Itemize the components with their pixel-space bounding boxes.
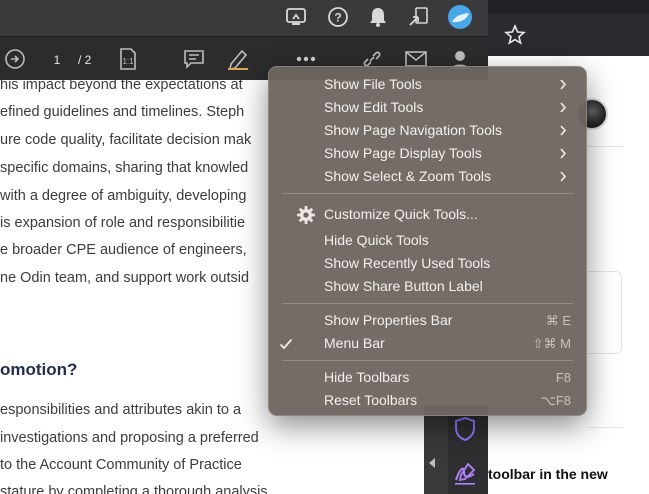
chevron-right-icon (560, 102, 567, 113)
account-cloud-icon[interactable] (446, 4, 474, 30)
menu-item-label: Show Recently Used Tools (324, 255, 491, 271)
export-pdf-icon[interactable] (404, 4, 432, 30)
help-icon[interactable]: ? (324, 4, 352, 30)
menu-item-label: Menu Bar (324, 335, 385, 351)
doc-text-line: stature by completing a thorough analysi… (0, 484, 268, 494)
menu-item-show-properties-bar[interactable]: Show Properties Bar ⌘ E (269, 309, 586, 332)
menu-item-label: Show Share Button Label (324, 278, 483, 294)
chevron-right-icon (560, 148, 567, 159)
svg-text:?: ? (334, 11, 341, 25)
next-page-icon[interactable] (1, 46, 29, 72)
menu-item-show-recently-used-tools[interactable]: Show Recently Used Tools (269, 252, 586, 275)
collapse-panel-icon[interactable] (427, 456, 437, 470)
menu-item-menu-bar[interactable]: Menu Bar ⇧⌘ M (269, 332, 586, 355)
doc-section-heading: omotion? (0, 360, 78, 379)
doc-text-line: his impact beyond the expectations at (0, 80, 243, 93)
menu-separator (283, 303, 573, 304)
doc-text-line: with a degree of ambiguity, developing (0, 188, 247, 204)
divider (588, 146, 624, 147)
doc-text-line: esponsibilities and attributes akin to a (0, 402, 242, 418)
menu-item-show-page-display-tools[interactable]: Show Page Display Tools (269, 142, 586, 165)
menu-item-label: Show Edit Tools (324, 99, 424, 115)
menu-item-label: Reset Toolbars (324, 392, 418, 408)
share-screen-icon[interactable] (282, 4, 310, 30)
checkmark-icon (279, 338, 293, 350)
doc-text-line: to the Account Community of Practice (0, 457, 242, 473)
doc-text-line: specific domains, sharing that knowled (0, 160, 249, 176)
keyboard-shortcut: ⌥F8 (540, 393, 571, 408)
bell-icon[interactable] (364, 4, 392, 30)
menu-item-customize-quick-tools[interactable]: Customize Quick Tools... (269, 203, 586, 226)
chevron-right-icon (560, 79, 567, 90)
menu-item-show-edit-tools[interactable]: Show Edit Tools (269, 96, 586, 119)
comment-icon[interactable] (180, 46, 208, 72)
app-toolbar-top: ? (0, 0, 488, 36)
gear-icon (297, 206, 315, 224)
menu-item-label: Show File Tools (324, 76, 422, 92)
menu-item-show-page-navigation-tools[interactable]: Show Page Navigation Tools (269, 119, 586, 142)
chevron-right-icon (560, 125, 567, 136)
divider (588, 427, 624, 428)
menu-item-label: Show Select & Zoom Tools (324, 168, 492, 184)
doc-text-line: is expansion of role and responsibilitie (0, 215, 246, 231)
menu-item-hide-toolbars[interactable]: Hide Toolbars F8 (269, 366, 586, 389)
doc-text-line: ne Odin team, and support work outsid (0, 270, 250, 286)
menu-item-label: Customize Quick Tools... (324, 206, 478, 222)
keyboard-shortcut: ⌘ E (545, 313, 571, 328)
menu-item-label: Hide Toolbars (324, 369, 410, 385)
doc-text-line: investigations and proposing a preferred (0, 430, 259, 446)
menu-item-label: Hide Quick Tools (324, 232, 429, 248)
page-total-label: / 2 (78, 53, 92, 67)
menu-item-show-select-zoom-tools[interactable]: Show Select & Zoom Tools (269, 165, 586, 188)
menu-item-label: Show Properties Bar (324, 312, 453, 328)
doc-text-line: ure code quality, facilitate decision ma… (0, 132, 252, 148)
protect-shield-icon[interactable] (454, 416, 476, 442)
menu-item-label: Show Page Navigation Tools (324, 122, 502, 138)
doc-text-line: efined guidelines and timelines. Steph (0, 104, 245, 120)
keyboard-shortcut: ⇧⌘ M (532, 336, 571, 351)
browser-titlebar (488, 0, 649, 14)
menu-item-reset-toolbars[interactable]: Reset Toolbars ⌥F8 (269, 389, 586, 412)
content-card (588, 271, 622, 354)
menu-separator (283, 360, 573, 361)
toolbar-context-menu: Show File Tools Show Edit Tools Show Pag… (268, 66, 587, 416)
doc-text-line: e broader CPE audience of engineers, (0, 242, 247, 258)
chevron-right-icon (560, 171, 567, 182)
fit-page-icon[interactable]: 1:1 (114, 46, 142, 72)
keyboard-shortcut: F8 (555, 370, 571, 385)
menu-item-label: Show Page Display Tools (324, 145, 482, 161)
article-title-partial[interactable]: toolbar in the new (488, 466, 608, 482)
menu-item-show-file-tools[interactable]: Show File Tools (269, 73, 586, 96)
svg-text:1:1: 1:1 (122, 57, 134, 66)
bookmark-star-icon[interactable] (504, 23, 526, 46)
menu-separator (283, 193, 573, 194)
fill-sign-icon[interactable] (452, 460, 478, 486)
page-number-input[interactable]: 1 (42, 49, 72, 71)
highlight-pen-icon[interactable] (224, 46, 252, 72)
menu-item-hide-quick-tools[interactable]: Hide Quick Tools (269, 229, 586, 252)
menu-item-show-share-button-label[interactable]: Show Share Button Label (269, 275, 586, 298)
